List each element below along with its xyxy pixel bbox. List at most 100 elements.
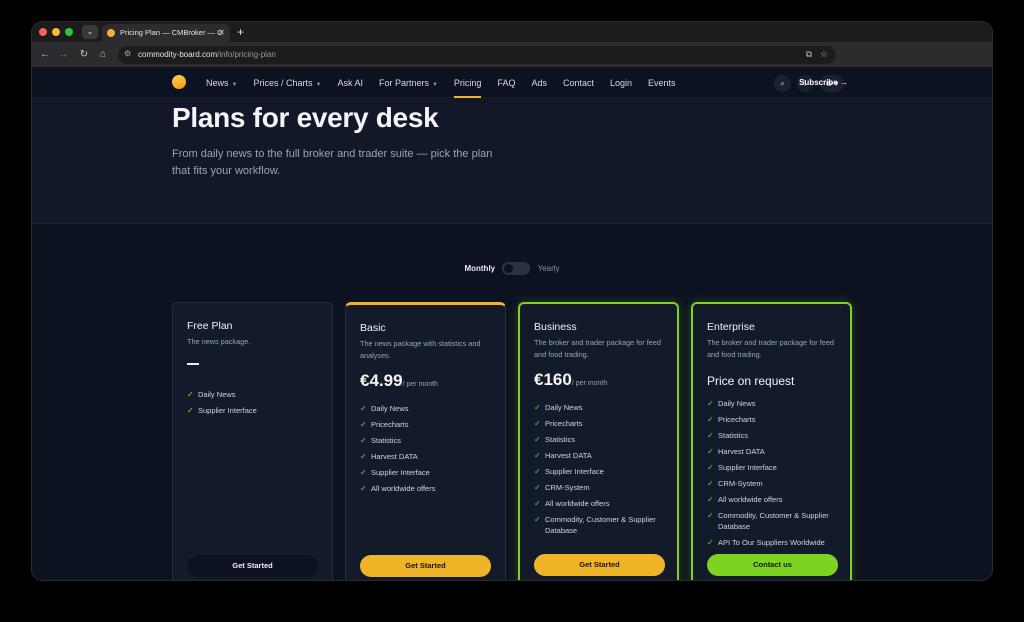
- plan-features: ✓ Daily News ✓ Supplier Interface: [187, 389, 325, 421]
- nav-item-ads[interactable]: Ads: [531, 68, 547, 98]
- chevron-down-icon: ▼: [431, 82, 438, 88]
- check-icon: ✓: [187, 406, 194, 415]
- list-item: ✓ Harvest DATA: [360, 452, 418, 461]
- hero-section: Plans for every desk From daily news to …: [32, 98, 992, 224]
- plan-price: €160/ per month: [534, 370, 608, 389]
- check-icon: ✓: [534, 451, 541, 460]
- nav-item-contact[interactable]: Contact: [563, 68, 594, 98]
- list-item: ✓ All worldwide offers: [360, 484, 436, 493]
- nav-item-ask-ai[interactable]: Ask AI: [337, 68, 363, 98]
- plan-price: €4.99/ per month: [360, 371, 438, 390]
- list-item: ✓ Commodity, Customer & Supplier Database: [707, 511, 829, 531]
- nav-menu: News ▼ Prices / Charts ▼ Ask AI For Partne…: [206, 68, 692, 98]
- list-item: ✓ Statistics: [534, 435, 576, 444]
- pricing-section: Monthly Yearly Free Plan The news packag…: [32, 224, 992, 580]
- plan-features: ✓ Daily News ✓ Pricecharts ✓ Statistics ✓ Ha…: [707, 398, 845, 553]
- list-item: ✓ Commodity, Customer & Supplier Database: [534, 515, 656, 535]
- check-icon: ✓: [707, 431, 714, 440]
- plan-description: The news package.: [187, 337, 251, 346]
- close-icon[interactable]: ✕: [218, 24, 225, 42]
- list-item: ✓ Pricecharts: [534, 419, 583, 428]
- nav-item-faq[interactable]: FAQ: [497, 68, 515, 98]
- check-icon: ✓: [360, 452, 367, 461]
- new-tab-button[interactable]: +: [237, 23, 244, 41]
- list-item: ✓ Pricecharts: [707, 415, 756, 424]
- check-icon: ✓: [707, 463, 714, 472]
- reload-icon[interactable]: ↻: [77, 48, 91, 62]
- plan-name: Enterprise: [707, 321, 755, 333]
- list-item: ✓ Statistics: [707, 431, 749, 440]
- subscribe-button[interactable]: Subscribe →: [793, 74, 854, 92]
- nav-item-pricing[interactable]: Pricing: [453, 68, 481, 98]
- list-item: ✓ Daily News: [360, 404, 409, 413]
- list-item: ✓ Statistics: [360, 436, 402, 445]
- check-icon: ✓: [534, 403, 541, 412]
- billing-switch[interactable]: [502, 262, 531, 275]
- chevron-down-icon[interactable]: ⌄: [82, 25, 98, 39]
- contact-us-button[interactable]: Contact us: [707, 554, 838, 576]
- browser-toolbar: ← → ↻ ⌂ ⚙ commodity-board.com/info/prici…: [32, 42, 992, 68]
- nav-item-prices-charts[interactable]: Prices / Charts ▼: [253, 68, 321, 98]
- list-item: ✓ API To Our Suppliers Worldwide: [707, 538, 825, 547]
- cmbroker-logo-icon[interactable]: [172, 75, 186, 89]
- list-item: ✓ Supplier Interface: [534, 467, 604, 476]
- plan-features: ✓ Daily News ✓ Pricecharts ✓ Statistics ✓ Ha…: [534, 402, 672, 541]
- list-item: ✓ Harvest DATA: [534, 451, 592, 460]
- page-subtitle: From daily news to the full broker and t…: [172, 148, 493, 177]
- install-app-icon[interactable]: ⧉: [806, 49, 812, 60]
- check-icon: ✓: [534, 467, 541, 476]
- plan-name: Business: [534, 321, 577, 333]
- check-icon: ✓: [360, 420, 367, 429]
- plan-description: The news package with statistics and ana…: [360, 339, 481, 360]
- plan-price: Price on request: [707, 374, 795, 388]
- address-bar[interactable]: ⚙ commodity-board.com/info/pricing-plan …: [118, 46, 836, 64]
- url-text: commodity-board.com/info/pricing-plan: [138, 50, 276, 59]
- list-item: ✓ CRM-System: [707, 479, 763, 488]
- check-icon: ✓: [360, 404, 367, 413]
- check-icon: ✓: [707, 511, 714, 520]
- get-started-button[interactable]: Get Started: [360, 555, 491, 577]
- arrow-right-icon: →: [840, 78, 848, 87]
- get-started-button[interactable]: Get Started: [534, 554, 665, 576]
- check-icon: ✓: [534, 499, 541, 508]
- bookmark-star-icon[interactable]: ☆: [820, 49, 828, 60]
- nav-item-news[interactable]: News ▼: [206, 68, 237, 98]
- maximize-window-button[interactable]: [65, 28, 73, 36]
- billing-toggle: Monthly Yearly: [32, 262, 992, 275]
- billing-yearly-label[interactable]: Yearly: [538, 264, 560, 273]
- plan-card-business: Business The broker and trader package f…: [518, 302, 679, 580]
- home-icon[interactable]: ⌂: [96, 48, 110, 62]
- site-settings-icon[interactable]: ⚙: [124, 49, 131, 58]
- nav-item-for-partners[interactable]: For Partners ▼: [379, 68, 438, 98]
- plan-card-enterprise: Enterprise The broker and trader package…: [691, 302, 852, 580]
- check-icon: ✓: [534, 435, 541, 444]
- back-arrow-icon[interactable]: ←: [38, 48, 52, 62]
- forward-arrow-icon[interactable]: →: [56, 48, 70, 62]
- list-item: ✓ CRM-System: [534, 483, 590, 492]
- browser-tab[interactable]: Pricing Plan — CMBroker — C ✕: [102, 24, 230, 42]
- list-item: ✓ Harvest DATA: [707, 447, 765, 456]
- plan-card-free: Free Plan The news package. ✓ Daily News …: [172, 302, 333, 580]
- check-icon: ✓: [360, 484, 367, 493]
- plan-description: The broker and trader package for feed a…: [707, 338, 834, 359]
- favicon-icon: [107, 29, 115, 37]
- check-icon: ✓: [360, 436, 367, 445]
- check-icon: ✓: [534, 483, 541, 492]
- minimize-window-button[interactable]: [52, 28, 60, 36]
- close-window-button[interactable]: [39, 28, 47, 36]
- switch-knob: [504, 264, 514, 273]
- check-icon: ✓: [187, 390, 194, 399]
- check-icon: ✓: [707, 447, 714, 456]
- list-item: ✓ Daily News: [707, 399, 756, 408]
- list-item: ✓ Daily News: [187, 390, 236, 399]
- chevron-down-icon: ▼: [315, 82, 322, 88]
- search-icon[interactable]: ⌕: [774, 75, 791, 92]
- check-icon: ✓: [707, 495, 714, 504]
- nav-item-events[interactable]: Events: [648, 68, 676, 98]
- billing-monthly-label[interactable]: Monthly: [464, 264, 495, 273]
- plan-card-basic: Basic The news package with statistics a…: [345, 302, 506, 580]
- check-icon: ✓: [534, 419, 541, 428]
- get-started-button[interactable]: Get Started: [187, 555, 318, 577]
- check-icon: ✓: [707, 479, 714, 488]
- nav-item-login[interactable]: Login: [610, 68, 632, 98]
